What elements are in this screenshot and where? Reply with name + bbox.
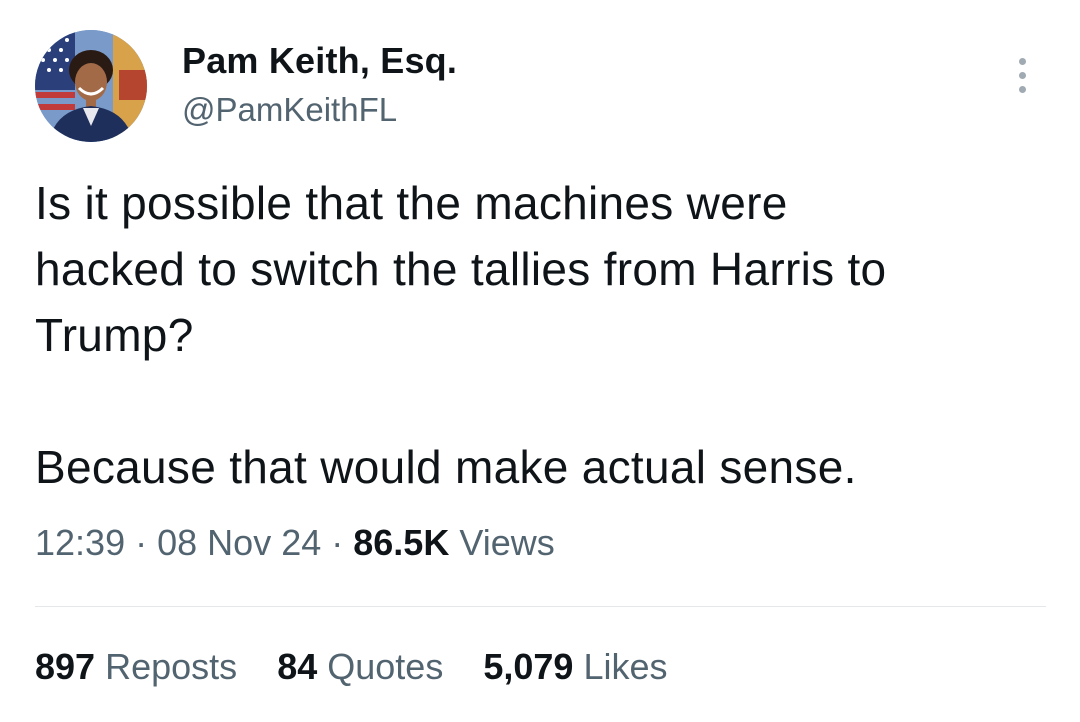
reposts-stat[interactable]: 897 Reposts	[35, 646, 237, 688]
divider	[35, 606, 1046, 607]
avatar[interactable]	[35, 30, 147, 142]
quotes-label: Quotes	[327, 646, 444, 687]
engagement-stats: 897 Reposts 84 Quotes 5,079 Likes	[35, 646, 698, 688]
author-display-name[interactable]: Pam Keith, Esq.	[182, 40, 457, 82]
quotes-stat[interactable]: 84 Quotes	[277, 646, 443, 688]
author-handle[interactable]: @PamKeithFL	[182, 91, 397, 129]
separator: ·	[331, 522, 344, 563]
views-count: 86.5K	[353, 522, 450, 563]
tweet-text: Is it possible that the machines were ha…	[35, 170, 1045, 500]
tweet-meta: 12:39 · 08 Nov 24 · 86.5K Views	[35, 522, 555, 564]
likes-label: Likes	[583, 646, 668, 687]
tweet-line: Because that would make actual sense.	[35, 441, 857, 493]
separator: ·	[135, 522, 148, 563]
quotes-count: 84	[277, 646, 318, 687]
tweet-line: Is it possible that the machines were	[35, 177, 788, 229]
views-label: Views	[459, 522, 555, 563]
tweet-line: Trump?	[35, 309, 194, 361]
likes-count: 5,079	[483, 646, 574, 687]
tweet-line: hacked to switch the tallies from Harris…	[35, 243, 887, 295]
likes-stat[interactable]: 5,079 Likes	[483, 646, 667, 688]
tweet-time[interactable]: 12:39	[35, 522, 125, 563]
more-vertical-icon[interactable]	[1005, 52, 1041, 98]
tweet-date[interactable]: 08 Nov 24	[157, 522, 321, 563]
reposts-count: 897	[35, 646, 96, 687]
reposts-label: Reposts	[105, 646, 238, 687]
